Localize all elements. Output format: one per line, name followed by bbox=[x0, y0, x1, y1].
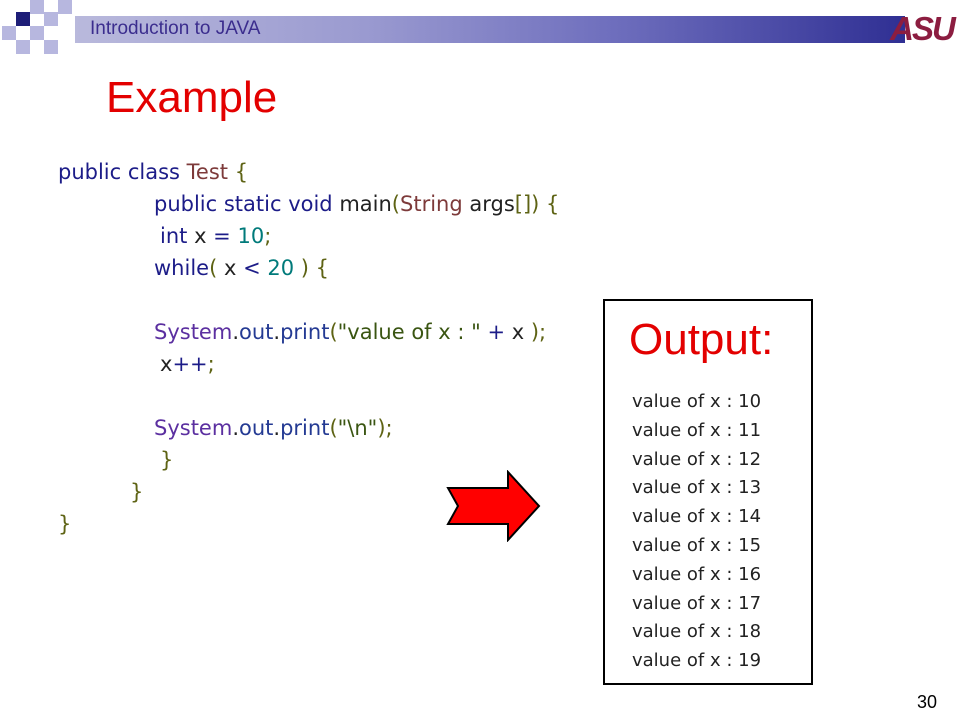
code-line: } bbox=[160, 445, 173, 475]
code-token: print bbox=[280, 320, 330, 344]
slide-title: Example bbox=[106, 73, 278, 122]
code-token: + bbox=[487, 320, 512, 344]
code-token: x bbox=[160, 352, 173, 376]
red-right-arrow-icon bbox=[446, 470, 541, 542]
code-token: ) { bbox=[300, 256, 329, 280]
code-token: String bbox=[400, 192, 470, 216]
code-token: public class bbox=[58, 160, 187, 184]
code-token: } bbox=[160, 448, 174, 472]
code-token: ; bbox=[264, 224, 272, 248]
asu-logo-text: ASU bbox=[889, 13, 957, 44]
code-token: ( bbox=[329, 416, 338, 440]
code-token: } bbox=[130, 480, 144, 504]
code-token: . bbox=[232, 320, 239, 344]
code-token: "\n" bbox=[337, 416, 378, 440]
code-token: . bbox=[232, 416, 239, 440]
code-token: 20 bbox=[267, 256, 301, 280]
code-token: ( bbox=[329, 320, 338, 344]
code-line: System.out.print("\n"); bbox=[154, 413, 393, 443]
code-token: main bbox=[339, 192, 392, 216]
code-token: { bbox=[234, 160, 249, 184]
code-token: x bbox=[223, 256, 244, 280]
code-token: System bbox=[154, 320, 233, 344]
output-line: value of x : 15 bbox=[632, 534, 762, 556]
code-token: "value of x : " bbox=[337, 320, 488, 344]
code-token: public static void bbox=[154, 192, 340, 216]
code-token: print bbox=[280, 416, 330, 440]
code-token: = bbox=[213, 224, 238, 248]
header-title: Introduction to JAVA bbox=[90, 18, 261, 39]
code-token: args bbox=[469, 192, 515, 216]
code-token: x bbox=[194, 224, 214, 248]
code-token: out bbox=[239, 320, 274, 344]
code-token: int bbox=[160, 224, 195, 248]
code-token: ); bbox=[530, 320, 547, 344]
code-line: x++; bbox=[160, 349, 215, 379]
output-line: value of x : 12 bbox=[632, 448, 762, 470]
output-line: value of x : 16 bbox=[632, 563, 762, 585]
output-title: Output: bbox=[629, 315, 774, 364]
code-token: ( bbox=[391, 192, 400, 216]
output-line: value of x : 14 bbox=[632, 506, 762, 528]
code-token: < bbox=[243, 256, 268, 280]
code-line: } bbox=[58, 509, 71, 539]
code-line: int x = 10; bbox=[160, 221, 271, 251]
code-token: 10 bbox=[237, 224, 265, 248]
output-line: value of x : 10 bbox=[632, 391, 762, 412]
output-line: value of x : 18 bbox=[632, 621, 762, 643]
output-line: value of x : 17 bbox=[632, 592, 762, 614]
code-token: ++ bbox=[172, 352, 208, 376]
output-box: Output: value of x : 10 value of x : 11 … bbox=[603, 299, 813, 685]
asu-logo: ASU bbox=[889, 13, 957, 44]
code-line: while( x < 20 ) { bbox=[154, 253, 329, 283]
code-token: Test bbox=[186, 160, 235, 184]
code-token: ; bbox=[207, 352, 215, 376]
code-line: System.out.print("value of x : " + x ); bbox=[154, 317, 546, 347]
code-token: out bbox=[239, 416, 274, 440]
code-token: ( bbox=[209, 256, 224, 280]
code-token: x bbox=[511, 320, 531, 344]
output-lines: value of x : 10 value of x : 11 value of… bbox=[632, 388, 761, 676]
code-line: } bbox=[130, 477, 143, 507]
header-squares-decoration bbox=[0, 0, 75, 58]
output-line: value of x : 13 bbox=[632, 477, 762, 499]
output-line: value of x : 11 bbox=[632, 419, 762, 441]
output-line: value of x : 19 bbox=[632, 650, 762, 672]
code-line: public class Test { bbox=[58, 157, 248, 187]
code-token: while bbox=[154, 256, 210, 280]
code-token: ); bbox=[377, 416, 393, 440]
code-token: []) { bbox=[514, 192, 560, 216]
code-token: } bbox=[58, 512, 72, 536]
page-number: 30 bbox=[917, 692, 938, 712]
code-token: System bbox=[154, 416, 233, 440]
code-line: public static void main(String args[]) { bbox=[154, 189, 559, 219]
